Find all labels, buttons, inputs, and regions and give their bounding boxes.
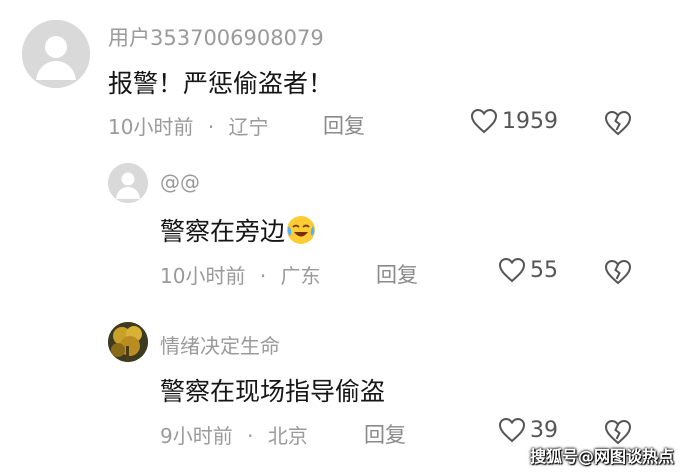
separator: · <box>247 424 254 448</box>
comment-meta: 10小时前 · 广东 <box>160 260 321 289</box>
timestamp: 10小时前 <box>108 115 194 139</box>
like-count: 1959 <box>502 108 558 134</box>
watermark: 搜狐号@网图谈热点 <box>529 447 674 466</box>
like-count: 39 <box>530 417 558 443</box>
avatar[interactable] <box>108 322 148 362</box>
avatar[interactable] <box>22 20 90 88</box>
timestamp: 9小时前 <box>160 424 233 448</box>
photo-avatar-icon <box>108 322 148 362</box>
separator: · <box>207 115 215 139</box>
avatar[interactable] <box>108 163 148 203</box>
like-button[interactable]: 55 <box>498 257 558 283</box>
username[interactable]: 用户3537006908079 <box>108 22 324 52</box>
heart-icon <box>470 108 498 134</box>
comment-text: 警察在旁边 <box>160 212 317 252</box>
separator: · <box>259 264 267 288</box>
like-count: 55 <box>530 257 558 283</box>
username[interactable]: 情绪决定生命 <box>160 330 280 359</box>
comment-meta: 9小时前 · 北京 <box>160 420 308 449</box>
reply-button[interactable]: 回复 <box>376 259 418 289</box>
crying-laughing-emoji-icon <box>285 214 317 252</box>
default-avatar-icon <box>22 20 90 88</box>
username[interactable]: @@ <box>160 170 200 194</box>
like-button[interactable]: 39 <box>498 417 558 443</box>
heart-icon <box>498 417 526 443</box>
dislike-button[interactable] <box>604 110 632 140</box>
broken-heart-icon <box>604 259 632 289</box>
reply-button[interactable]: 回复 <box>323 110 365 140</box>
location: 北京 <box>267 424 308 448</box>
reply-button[interactable]: 回复 <box>364 419 406 449</box>
comment-meta: 10小时前 · 辽宁 <box>108 111 269 140</box>
location: 广东 <box>280 264 321 288</box>
broken-heart-icon <box>604 110 632 140</box>
dislike-button[interactable] <box>604 259 632 289</box>
comment-text: 报警！严惩偷盗者！ <box>108 69 334 98</box>
location: 辽宁 <box>228 115 269 139</box>
timestamp: 10小时前 <box>160 264 246 288</box>
like-button[interactable]: 1959 <box>470 108 558 134</box>
default-avatar-icon <box>108 163 148 203</box>
heart-icon <box>498 257 526 283</box>
comment-text: 警察在现场指导偷盗 <box>160 377 386 406</box>
